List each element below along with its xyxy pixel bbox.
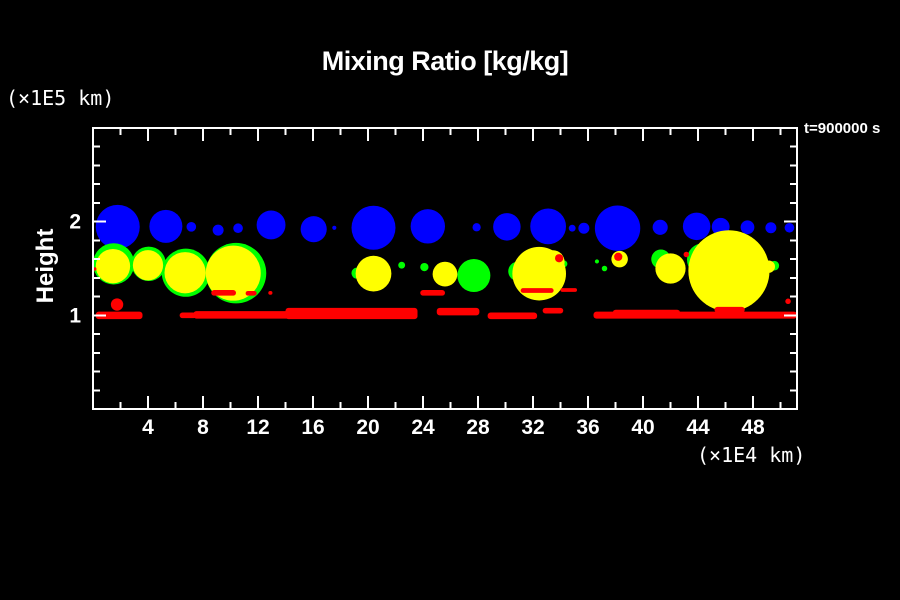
red-mid-streaks	[521, 288, 554, 293]
red-band-lower	[613, 310, 680, 317]
red-specks	[785, 299, 791, 305]
x-tick-label: 36	[576, 416, 599, 439]
cloud-band-upper-blue	[493, 213, 521, 241]
x-tick-label: 12	[246, 416, 269, 439]
x-tick-label: 8	[197, 416, 209, 439]
red-mid-streaks	[211, 290, 236, 296]
x-tick-label: 40	[631, 416, 654, 439]
figure: 481216202428323640444812 Mixing Ratio [k…	[0, 0, 900, 600]
cloud-band-upper-blue	[411, 209, 445, 243]
cloud-band-upper-blue	[187, 222, 197, 232]
cloud-band-upper-blue	[149, 210, 182, 243]
cloud-band-upper-blue	[96, 205, 140, 249]
cloud-band-upper-blue	[332, 226, 336, 230]
cloud-band-upper-blue	[233, 223, 243, 233]
red-mid-streaks	[268, 291, 272, 295]
cloud-band-mid-yellow	[763, 260, 775, 272]
x-tick-label: 32	[521, 416, 544, 439]
cloud-band-upper-blue	[473, 223, 481, 231]
cloud-band-mid-yellow	[541, 250, 564, 273]
cloud-band-mid-green	[398, 262, 405, 269]
red-mid-streaks	[561, 288, 578, 292]
y-axis-unit-label: (×1E5 km)	[6, 86, 114, 110]
cloud-band-upper-blue	[595, 206, 640, 251]
x-tick-label: 44	[686, 416, 710, 439]
time-annotation: t=900000 s	[804, 120, 880, 137]
cloud-band-upper-blue	[741, 220, 755, 234]
cloud-band-upper-blue	[653, 220, 668, 235]
red-band-lower	[543, 308, 564, 314]
red-specks	[684, 252, 690, 258]
chart-title: Mixing Ratio [kg/kg]	[0, 46, 890, 77]
cloud-band-mid-yellow	[356, 256, 392, 292]
red-mid-streaks	[246, 291, 257, 296]
red-band-lower	[488, 313, 538, 320]
red-specks	[555, 254, 563, 262]
cloud-band-mid-green	[457, 259, 490, 292]
cloud-band-mid-yellow	[96, 249, 130, 283]
cloud-band-mid-yellow	[133, 250, 163, 280]
plot-canvas: 481216202428323640444812	[0, 0, 900, 600]
x-tick-label: 20	[356, 416, 379, 439]
cloud-band-upper-blue	[352, 206, 396, 250]
y-tick-label: 2	[69, 211, 81, 234]
cloud-band-mid-yellow	[655, 253, 685, 283]
cloud-band-upper-blue	[765, 222, 776, 233]
cloud-band-mid-green	[602, 266, 608, 272]
cloud-band-mid-green	[420, 263, 428, 271]
x-axis-unit-label: (×1E4 km)	[697, 443, 805, 467]
x-tick-label: 4	[142, 416, 154, 439]
y-axis-title: Height	[32, 206, 60, 326]
red-band-lower	[437, 308, 480, 315]
red-mid-streaks	[420, 290, 445, 296]
cloud-band-upper-blue	[683, 213, 711, 241]
red-band-lower	[715, 307, 745, 313]
cloud-band-upper-blue	[530, 208, 566, 244]
cloud-band-mid-green	[595, 259, 599, 263]
red-specks	[614, 253, 622, 261]
cloud-band-mid-yellow	[165, 252, 206, 293]
y-tick-label: 1	[69, 304, 81, 327]
red-band-lower	[286, 308, 418, 319]
cloud-band-upper-blue	[213, 225, 224, 236]
x-tick-label: 24	[411, 416, 435, 439]
cloud-band-upper-blue	[785, 223, 795, 233]
x-tick-label: 28	[466, 416, 490, 439]
x-tick-label: 48	[741, 416, 765, 439]
cloud-band-upper-blue	[301, 216, 327, 242]
cloud-band-mid-yellow	[433, 262, 458, 287]
cloud-band-upper-blue	[578, 223, 589, 234]
red-specks	[111, 298, 123, 310]
x-tick-label: 16	[301, 416, 324, 439]
cloud-band-upper-blue	[257, 211, 286, 240]
cloud-band-mid-yellow	[688, 230, 769, 311]
cloud-band-upper-blue	[569, 225, 576, 232]
